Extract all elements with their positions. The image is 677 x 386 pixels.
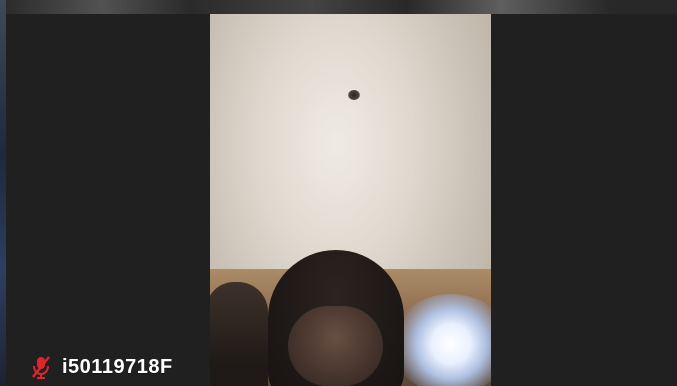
- left-edge-strip: [0, 0, 6, 386]
- participant-shoulder: [210, 282, 268, 386]
- top-thumbnail-strip: [0, 0, 677, 14]
- muted-microphone-icon: [28, 354, 54, 380]
- ceiling-spot: [348, 90, 360, 100]
- participant-name: i50119718F: [62, 356, 173, 378]
- video-gallery: i50119718F: [0, 0, 677, 386]
- participant-label: i50119718F: [28, 352, 173, 382]
- participant-video-tile[interactable]: [210, 14, 491, 386]
- participant-face: [288, 306, 383, 386]
